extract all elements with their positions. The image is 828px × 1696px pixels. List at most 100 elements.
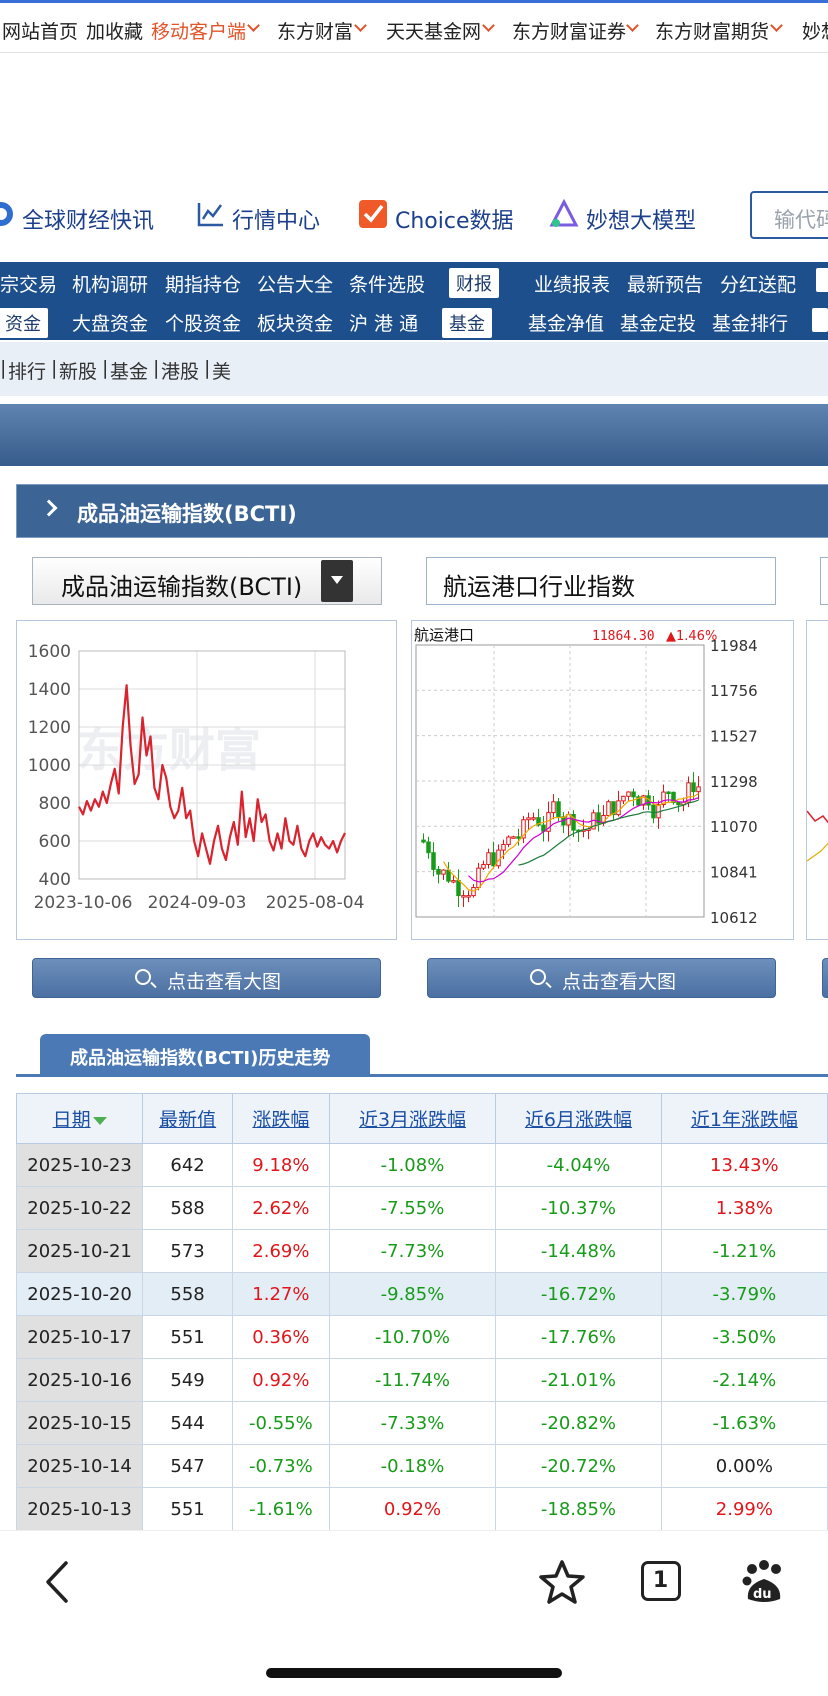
menu-link[interactable]: 沪 港 通 xyxy=(349,309,418,336)
dropdown-arrow-icon[interactable] xyxy=(321,560,353,602)
candle-body xyxy=(626,791,631,797)
nav-bookmark[interactable]: 加收藏 xyxy=(86,17,143,44)
nav-securities[interactable]: 东方财富证券 xyxy=(512,17,626,44)
watermark-logo: 东方财富 xyxy=(77,723,261,777)
nav-miaoxiang-model[interactable]: 妙想大模型 xyxy=(586,203,696,235)
third-select-partial[interactable] xyxy=(820,557,828,605)
change-percent: ▲1.46% xyxy=(666,629,717,644)
tab-underline xyxy=(16,1074,828,1077)
column-header-latest[interactable]: 最新值 xyxy=(142,1093,234,1144)
index-select-value: 成品油运输指数(BCTI) xyxy=(61,573,303,601)
cell-change: -0.73% xyxy=(232,1444,330,1488)
divider: | xyxy=(102,357,109,379)
candle-body xyxy=(691,782,696,793)
cell-3m-change: -10.70% xyxy=(328,1315,497,1359)
table-row: 2025-10-22 588 2.62% -7.55% -10.37% 1.38% xyxy=(15,1186,828,1230)
view-big-chart-button[interactable]: 点击查看大图 xyxy=(427,958,776,998)
menu-link[interactable]: 机构调研 xyxy=(72,270,148,297)
menu-link[interactable]: 公告大全 xyxy=(257,270,333,297)
cell-6m-change: -21.01% xyxy=(495,1358,662,1402)
divider: | xyxy=(153,357,160,379)
search-input[interactable]: 输代码 xyxy=(750,191,828,239)
menu-link[interactable]: 期指持仓 xyxy=(165,270,241,297)
nav-choice-data[interactable]: Choice数据 xyxy=(395,203,514,235)
cell-date: 2025-10-23 xyxy=(15,1143,144,1187)
nav-futures[interactable]: 东方财富期货 xyxy=(655,17,769,44)
x-tick-label: 2023-10-06 xyxy=(34,893,133,913)
section-header[interactable]: 成品油运输指数(BCTI) xyxy=(16,484,828,538)
nav-tiantian-fund[interactable]: 天天基金网 xyxy=(386,17,481,44)
nav-global-news[interactable]: 全球财经快讯 xyxy=(22,203,154,235)
view-big-chart-button[interactable]: 点击查看大图 xyxy=(32,958,381,998)
candle-body xyxy=(516,836,521,839)
index-select[interactable]: 成品油运输指数(BCTI) xyxy=(32,557,382,605)
third-chart-partial xyxy=(806,620,828,940)
menu-link[interactable]: 个股资金 xyxy=(165,309,241,336)
chevron-down-icon xyxy=(354,19,367,32)
menu-link[interactable]: 基金定投 xyxy=(620,309,696,336)
candle-body xyxy=(436,868,441,875)
shipping-port-candlestick-chart[interactable]: 东方财富 10612108411107011298115271175611984… xyxy=(411,620,794,940)
menu-category-funds[interactable]: 资金 xyxy=(0,308,48,338)
cell-6m-change: -20.82% xyxy=(495,1401,662,1445)
column-header-change[interactable]: 涨跌幅 xyxy=(232,1093,330,1144)
column-header-1y-change[interactable]: 近1年涨跌幅 xyxy=(660,1093,828,1144)
industry-index-select[interactable]: 航运港口行业指数 xyxy=(426,557,776,605)
nav-eastmoney[interactable]: 东方财富 xyxy=(277,17,353,44)
menu-category-fund[interactable]: 基金 xyxy=(442,308,492,338)
back-icon[interactable] xyxy=(40,1557,74,1607)
column-header-6m-change[interactable]: 近6月涨跌幅 xyxy=(495,1093,662,1144)
nav-home[interactable]: 网站首页 xyxy=(2,17,78,44)
candle-body xyxy=(531,817,536,820)
table-row: 2025-10-20 558 1.27% -9.85% -16.72% -3.79% xyxy=(15,1272,828,1316)
menu-link[interactable]: 基金排行 xyxy=(712,309,788,336)
candle-body xyxy=(526,817,531,821)
top-nav: 网站首页 加收藏 移动客户端 东方财富 天天基金网 东方财富证券 东方财富期货 … xyxy=(0,3,828,53)
cell-date: 2025-10-13 xyxy=(15,1487,144,1531)
sub-links-row: | 排行 | 新股 | 基金 | 港股 | 美 xyxy=(0,342,828,396)
sub-link-us[interactable]: 美 xyxy=(212,357,231,384)
menu-link[interactable]: 条件选股 xyxy=(349,270,425,297)
sub-link-fund[interactable]: 基金 xyxy=(110,357,148,384)
candle-body xyxy=(696,786,701,793)
cell-change: 0.92% xyxy=(232,1358,330,1402)
chevron-right-icon xyxy=(40,499,58,517)
table-row: 2025-10-23 642 9.18% -1.08% -4.04% 13.43% xyxy=(15,1143,828,1187)
table-row: 2025-10-13 551 -1.61% 0.92% -18.85% 2.99% xyxy=(15,1487,828,1531)
menu-link[interactable]: 业绩报表 xyxy=(534,270,610,297)
menu-link[interactable]: 最新预告 xyxy=(627,270,703,297)
bcti-line-chart[interactable]: 东方财富 400 600 800 1000 1200 1400 1600 2023-10-06… xyxy=(16,620,397,940)
cell-latest: 642 xyxy=(142,1143,234,1187)
sub-link-ranking[interactable]: 排行 xyxy=(8,357,46,384)
history-table: 日期 最新值 涨跌幅 近3月涨跌幅 近6月涨跌幅 近1年涨跌幅 2025-10-… xyxy=(15,1093,828,1531)
candle-body xyxy=(461,895,466,898)
column-header-3m-change[interactable]: 近3月涨跌幅 xyxy=(328,1093,497,1144)
sub-link-hk[interactable]: 港股 xyxy=(161,357,199,384)
menu-link[interactable]: 宗交易 xyxy=(0,270,57,297)
sort-arrow-icon xyxy=(92,1116,107,1125)
tabs-icon[interactable]: 1 xyxy=(641,1561,681,1601)
sub-link-ipo[interactable]: 新股 xyxy=(59,357,97,384)
view-big-chart-button-partial[interactable] xyxy=(822,958,828,998)
cell-1y-change: -2.14% xyxy=(660,1358,828,1402)
cell-3m-change: -9.85% xyxy=(328,1272,497,1316)
nav-miaoxiang[interactable]: 妙想 xyxy=(802,17,828,44)
nav-market-center[interactable]: 行情中心 xyxy=(232,203,320,235)
menu-link[interactable]: 板块资金 xyxy=(257,309,333,336)
cell-latest: 558 xyxy=(142,1272,234,1316)
menu-link[interactable]: 分红送配 xyxy=(720,270,796,297)
divider: | xyxy=(51,357,58,379)
menu-link[interactable]: 基金净值 xyxy=(528,309,604,336)
cell-date: 2025-10-16 xyxy=(15,1358,144,1402)
baidu-paw-icon[interactable]: du xyxy=(740,1559,786,1605)
candle-body xyxy=(621,795,626,802)
column-header-date[interactable]: 日期 xyxy=(15,1093,144,1144)
menu-link[interactable]: 大盘资金 xyxy=(72,309,148,336)
industry-index-select-value: 航运港口行业指数 xyxy=(443,573,635,601)
cell-latest: 547 xyxy=(142,1444,234,1488)
history-tab[interactable]: 成品油运输指数(BCTI)历史走势 xyxy=(40,1034,370,1076)
table-header-row: 日期 最新值 涨跌幅 近3月涨跌幅 近6月涨跌幅 近1年涨跌幅 xyxy=(15,1093,828,1144)
menu-category-financial-report[interactable]: 财报 xyxy=(449,268,499,298)
star-icon[interactable] xyxy=(538,1559,586,1605)
nav-mobile-client[interactable]: 移动客户端 xyxy=(151,17,246,44)
